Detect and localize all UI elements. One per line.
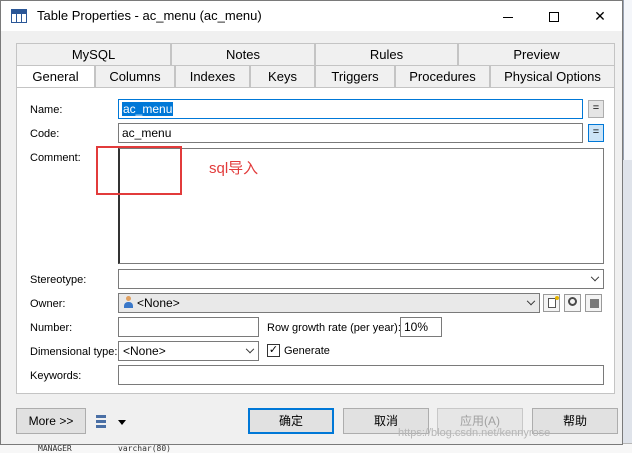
tab-indexes[interactable]: Indexes [175, 65, 250, 87]
new-owner-button[interactable] [543, 294, 560, 312]
tab-mysql[interactable]: MySQL [16, 43, 171, 65]
generate-label: Generate [284, 345, 330, 357]
tab-preview[interactable]: Preview [458, 43, 615, 65]
table-properties-dialog: Table Properties - ac_menu (ac_menu) ✕ M… [0, 0, 623, 445]
annotation-text: sql导入 [209, 160, 259, 177]
dimensional-type-value: <None> [123, 344, 166, 358]
chevron-down-icon [590, 272, 600, 282]
close-button[interactable]: ✕ [577, 1, 623, 31]
ok-button[interactable]: 确定 [248, 408, 334, 434]
maximize-button[interactable] [531, 1, 577, 31]
tab-keys[interactable]: Keys [250, 65, 315, 87]
owner-value: <None> [137, 296, 180, 310]
window-title: Table Properties - ac_menu (ac_menu) [37, 8, 262, 23]
close-icon: ✕ [594, 8, 606, 24]
minimize-icon [503, 16, 513, 18]
dropdown-arrow-icon[interactable] [118, 420, 126, 425]
magnifier-icon [568, 297, 577, 306]
owner-label: Owner: [30, 298, 66, 310]
properties-icon [590, 299, 599, 308]
dimensional-type-label: Dimensional type: [30, 346, 118, 358]
chevron-down-icon [245, 344, 255, 354]
name-field[interactable]: ac_menu [118, 99, 583, 119]
background-text: varchar(80) [118, 444, 171, 453]
tab-physical-options[interactable]: Physical Options [490, 65, 615, 87]
number-label: Number: [30, 322, 73, 334]
number-field[interactable] [118, 317, 259, 337]
watermark: https://blog.csdn.net/kennyrose [398, 427, 551, 439]
tab-triggers[interactable]: Triggers [315, 65, 395, 87]
name-code-link-button[interactable]: = [588, 100, 604, 118]
maximize-icon [549, 12, 559, 23]
tab-notes[interactable]: Notes [171, 43, 315, 65]
stereotype-label: Stereotype: [30, 274, 87, 286]
background-text: MANAGER [38, 444, 72, 453]
more-button[interactable]: More >> [16, 408, 86, 434]
table-icon [11, 9, 27, 23]
star-icon [555, 296, 559, 300]
code-field[interactable]: ac_menu [118, 123, 583, 143]
background-diagram-edge [623, 0, 632, 160]
annotation-highlight-box [96, 146, 182, 195]
select-owner-button[interactable] [564, 294, 581, 312]
code-sync-button[interactable]: = [588, 124, 604, 142]
tab-general[interactable]: General [16, 65, 95, 89]
row-growth-field[interactable]: 10% [400, 317, 442, 337]
dimensional-type-dropdown[interactable]: <None> [118, 341, 259, 361]
owner-dropdown[interactable]: <None> [118, 293, 540, 313]
general-tab-panel: Name: ac_menu = Code: ac_menu = Comment:… [16, 87, 615, 394]
generate-checkbox[interactable]: ✓ [267, 344, 280, 357]
code-label: Code: [30, 128, 60, 140]
tab-columns[interactable]: Columns [95, 65, 175, 87]
keywords-field[interactable] [118, 365, 604, 385]
chevron-down-icon [526, 296, 536, 306]
stereotype-dropdown[interactable] [118, 269, 604, 289]
title-bar[interactable]: Table Properties - ac_menu (ac_menu) ✕ [1, 1, 622, 31]
keywords-label: Keywords: [30, 370, 82, 382]
name-value: ac_menu [122, 102, 174, 116]
name-label: Name: [30, 104, 63, 116]
comment-label: Comment: [30, 152, 81, 164]
row-growth-label: Row growth rate (per year): [267, 322, 401, 334]
owner-properties-button[interactable] [585, 294, 602, 312]
tab-procedures[interactable]: Procedures [395, 65, 490, 87]
minimize-button[interactable] [485, 1, 531, 31]
user-icon [123, 296, 134, 309]
tab-rules[interactable]: Rules [315, 43, 458, 65]
comment-textarea[interactable] [118, 148, 604, 264]
print-options-icon[interactable] [96, 415, 110, 429]
